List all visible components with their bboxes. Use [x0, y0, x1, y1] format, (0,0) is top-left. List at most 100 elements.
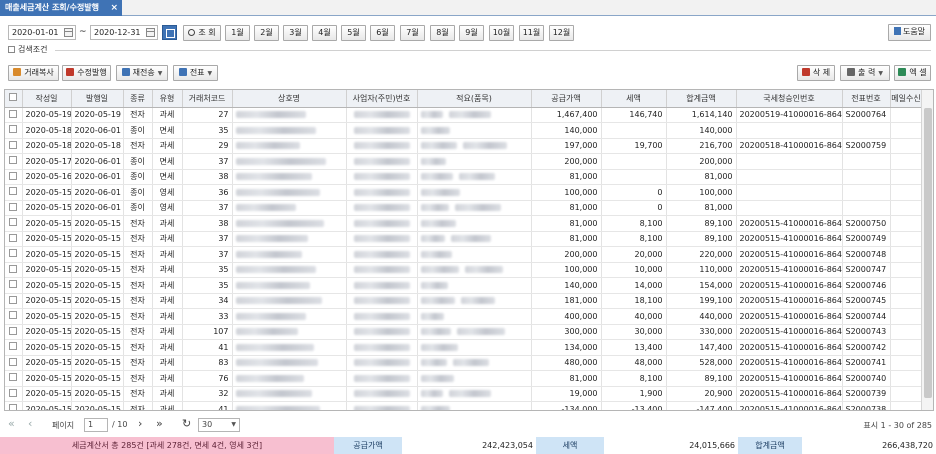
table-row[interactable]: 2020-05-15 2020-05-15 전자 과세 37 81,000 8,100 89,… [5, 231, 923, 247]
excel-button[interactable]: 엑 셀 [894, 65, 931, 81]
row-select-cell[interactable] [5, 184, 23, 201]
calendar-icon[interactable] [146, 28, 155, 37]
column-header[interactable]: 사업자(주민)번호 [346, 90, 418, 108]
row-select-cell[interactable] [5, 386, 23, 402]
row-select-cell[interactable] [5, 215, 23, 232]
table-row[interactable]: 2020-05-15 2020-05-15 전자 과세 41 -134,000 -13,40… [5, 401, 923, 410]
row-checkbox[interactable] [9, 373, 18, 382]
table-row[interactable]: 2020-05-15 2020-05-15 전자 과세 35 100,000 10,000 1… [5, 262, 923, 278]
column-header[interactable]: 유형 [152, 90, 183, 108]
row-select-cell[interactable] [5, 277, 23, 294]
copy-transaction-button[interactable]: 거래복사 [8, 65, 59, 81]
month-button-5[interactable]: 5월 [341, 25, 366, 41]
row-select-cell[interactable] [5, 401, 23, 410]
row-checkbox[interactable] [9, 357, 18, 366]
month-button-6[interactable]: 6월 [370, 25, 395, 41]
table-row[interactable]: 2020-05-15 2020-05-15 전자 과세 83 480,000 48,000 5… [5, 355, 923, 371]
calendar-icon[interactable] [64, 28, 73, 37]
scrollbar-thumb[interactable] [924, 108, 932, 398]
row-select-cell[interactable] [5, 246, 23, 263]
table-row[interactable]: 2020-05-18 2020-05-18 전자 과세 29 197,000 19,700 2… [5, 138, 923, 154]
row-select-cell[interactable] [5, 308, 23, 325]
row-select-cell[interactable] [5, 355, 23, 371]
column-header[interactable]: 상호명 [232, 90, 347, 108]
row-select-cell[interactable] [5, 339, 23, 356]
row-select-cell[interactable] [5, 262, 23, 278]
row-select-cell[interactable] [5, 122, 23, 139]
row-checkbox[interactable] [9, 202, 18, 211]
table-row[interactable]: 2020-05-15 2020-05-15 전자 과세 41 134,000 13,400 1… [5, 339, 923, 356]
row-select-cell[interactable] [5, 293, 23, 309]
search-filter-toggle[interactable]: 검색조건 [8, 44, 47, 56]
search-button[interactable]: 조 회 [183, 25, 221, 41]
month-button-12[interactable]: 12월 [549, 25, 574, 41]
table-row[interactable]: 2020-05-16 2020-06-01 종이 면세 38 81,000 81,000 [5, 169, 923, 185]
page-input[interactable]: 1 [84, 418, 108, 432]
month-button-2[interactable]: 2월 [254, 25, 279, 41]
table-row[interactable]: 2020-05-18 2020-06-01 종이 면세 35 140,000 140,000 [5, 122, 923, 139]
row-select-cell[interactable] [5, 138, 23, 154]
row-checkbox[interactable] [9, 280, 18, 289]
table-row[interactable]: 2020-05-15 2020-05-15 전자 과세 37 200,000 20,000 2… [5, 246, 923, 263]
last-page-icon[interactable]: » [156, 417, 163, 430]
row-checkbox[interactable] [9, 125, 18, 134]
row-select-cell[interactable] [5, 169, 23, 185]
table-row[interactable]: 2020-05-15 2020-06-01 종이 영세 36 100,000 0 100,00… [5, 184, 923, 201]
table-row[interactable]: 2020-05-15 2020-05-15 전자 과세 32 19,000 1,900 20,… [5, 386, 923, 402]
table-row[interactable]: 2020-05-15 2020-05-15 전자 과세 35 140,000 14,000 1… [5, 277, 923, 294]
column-header[interactable]: 합계금액 [666, 90, 737, 108]
row-checkbox[interactable] [9, 218, 18, 227]
table-row[interactable]: 2020-05-17 2020-06-01 종이 면세 37 200,000 200,000 [5, 153, 923, 170]
row-select-cell[interactable] [5, 153, 23, 170]
date-to-field[interactable]: 2020-12-31 [90, 25, 158, 40]
help-button[interactable]: 도움말 [888, 24, 931, 41]
row-select-cell[interactable] [5, 107, 23, 123]
vertical-scrollbar[interactable] [921, 90, 933, 410]
table-row[interactable]: 2020-05-15 2020-05-15 전자 과세 34 181,000 18,100 1… [5, 293, 923, 309]
select-all-checkbox[interactable] [9, 93, 18, 102]
month-button-11[interactable]: 11월 [519, 25, 544, 41]
row-select-cell[interactable] [5, 324, 23, 340]
column-header[interactable]: 발행일 [71, 90, 124, 108]
table-row[interactable]: 2020-05-19 2020-05-19 전자 과세 27 1,467,400 146,7… [5, 107, 923, 123]
table-row[interactable]: 2020-05-15 2020-06-01 종이 영세 37 81,000 0 81,000 [5, 200, 923, 216]
row-checkbox[interactable] [9, 326, 18, 335]
column-header[interactable]: 공급가액 [531, 90, 602, 108]
prev-page-icon[interactable]: ‹ [28, 417, 32, 430]
column-header[interactable]: 거래처코드 [182, 90, 233, 108]
table-row[interactable]: 2020-05-15 2020-05-15 전자 과세 76 81,000 8,100 89,… [5, 370, 923, 387]
row-select-cell[interactable] [5, 231, 23, 247]
row-checkbox[interactable] [9, 295, 18, 304]
month-button-4[interactable]: 4월 [312, 25, 337, 41]
column-header[interactable]: 국세청승인번호 [736, 90, 843, 108]
table-row[interactable]: 2020-05-15 2020-05-15 전자 과세 33 400,000 40,000 4… [5, 308, 923, 325]
refresh-icon[interactable]: ↻ [182, 417, 191, 430]
row-select-cell[interactable] [5, 370, 23, 387]
row-checkbox[interactable] [9, 171, 18, 180]
date-from-field[interactable]: 2020-01-01 [8, 25, 76, 40]
month-button-1[interactable]: 1월 [225, 25, 250, 41]
next-page-icon[interactable]: › [138, 417, 142, 430]
amend-issue-button[interactable]: 수정발행 [62, 65, 111, 81]
column-header[interactable]: 적요(품목) [417, 90, 532, 108]
column-header[interactable]: 메일수신 [890, 90, 923, 108]
voucher-button[interactable]: 전표 ▼ [173, 65, 218, 81]
row-checkbox[interactable] [9, 342, 18, 351]
column-header[interactable]: 종류 [123, 90, 153, 108]
row-checkbox[interactable] [9, 140, 18, 149]
resend-button[interactable]: 재전송 ▼ [116, 65, 168, 81]
table-row[interactable]: 2020-05-15 2020-05-15 전자 과세 38 81,000 8,100 89,… [5, 215, 923, 232]
row-checkbox[interactable] [9, 187, 18, 196]
select-all-header[interactable] [5, 90, 23, 108]
column-header[interactable]: 전표번호 [842, 90, 891, 108]
tab-sales-tax-invoice[interactable]: 매출세금계산 조회/수정발행 × [0, 0, 122, 16]
month-button-10[interactable]: 10월 [489, 25, 514, 41]
month-button-9[interactable]: 9월 [459, 25, 484, 41]
row-checkbox[interactable] [9, 109, 18, 118]
first-page-icon[interactable]: « [8, 417, 15, 430]
row-select-cell[interactable] [5, 200, 23, 216]
filter-checkbox[interactable] [8, 46, 15, 53]
month-button-8[interactable]: 8월 [430, 25, 455, 41]
table-row[interactable]: 2020-05-15 2020-05-15 전자 과세 107 300,000 30,000… [5, 324, 923, 340]
row-checkbox[interactable] [9, 233, 18, 242]
